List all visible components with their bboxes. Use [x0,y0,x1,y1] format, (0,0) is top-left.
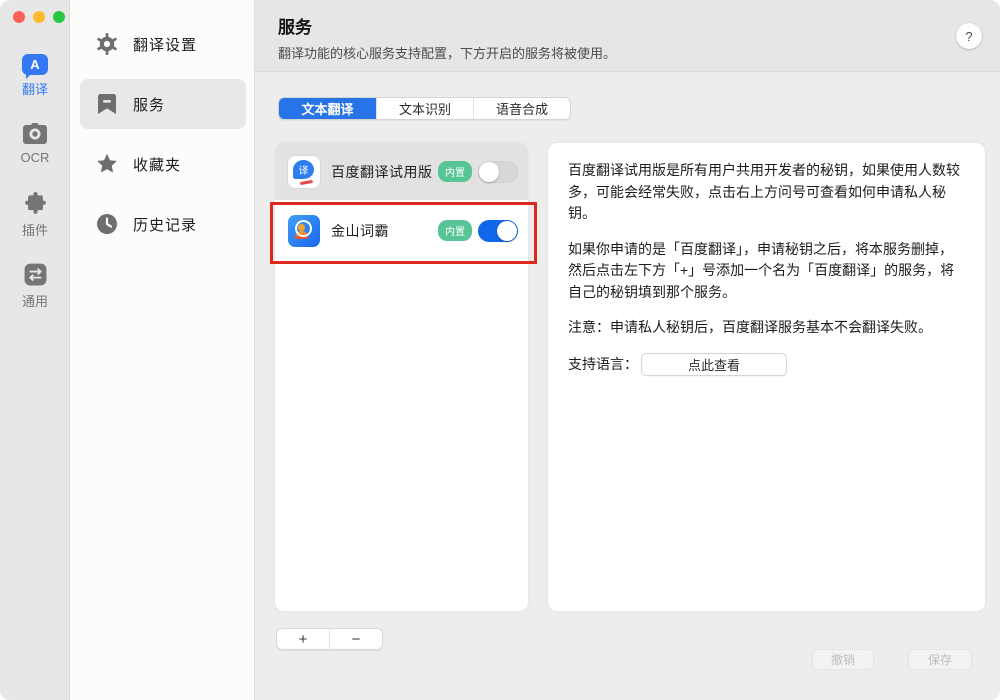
toggle-knob [497,221,517,241]
add-service-button[interactable]: + [277,629,329,649]
close-button[interactable] [13,11,25,23]
sidebar-item-label: 收藏夹 [133,154,181,175]
save-button[interactable]: 保存 [908,649,972,670]
settings-sidebar: 翻译设置 服务 收藏夹 历史记录 [70,0,255,700]
sidebar-item-label: 翻译设置 [133,34,197,55]
nav-item-ocr[interactable]: OCR [0,122,70,165]
nav-rail: A 翻译 OCR 插件 通用 [0,0,70,700]
nav-item-label: 插件 [22,220,48,239]
nav-item-label: OCR [21,150,50,165]
service-type-tabs: 文本翻译 文本识别 语音合成 [278,97,571,120]
view-languages-button[interactable]: 点此查看 [641,353,787,376]
undo-button[interactable]: 撤销 [812,649,874,670]
zoom-button[interactable] [53,11,65,23]
toggle-knob [479,162,499,182]
gear-icon [95,32,119,56]
traffic-lights [13,11,65,23]
minus-icon: − [352,631,361,648]
service-toggle-baidu[interactable] [478,161,518,183]
nav-item-translate[interactable]: A 翻译 [0,54,70,98]
sidebar-item-label: 历史记录 [133,214,197,235]
plus-icon: + [299,631,308,648]
sidebar-item-history[interactable]: 历史记录 [80,199,246,249]
service-row-baidu[interactable]: 译 百度翻译试用版 内置 [275,143,528,200]
puzzle-icon [23,191,48,216]
service-detail-panel: 百度翻译试用版是所有用户共用开发者的秘钥，如果使用人数较多，可能会经常失败，点击… [548,143,985,611]
clock-icon [95,212,119,236]
builtin-badge: 内置 [438,220,472,241]
nav-item-label: 通用 [22,291,48,310]
detail-paragraph: 百度翻译试用版是所有用户共用开发者的秘钥，如果使用人数较多，可能会经常失败，点击… [568,160,965,225]
supported-languages-row: 支持语言： 点此查看 [568,353,965,376]
detail-note: 注意：申请私人秘钥后，百度翻译服务基本不会翻译失败。 [568,317,965,339]
service-row-iciba[interactable]: 金山词霸 内置 [275,200,528,261]
service-name: 百度翻译试用版 [331,162,438,182]
service-name: 金山词霸 [331,221,438,241]
remove-service-button[interactable]: − [329,629,382,649]
minimize-button[interactable] [33,11,45,23]
sidebar-item-translate-settings[interactable]: 翻译设置 [80,19,246,69]
page-subtitle: 翻译功能的核心服务支持配置，下方开启的服务将被使用。 [278,43,616,62]
service-toggle-iciba[interactable] [478,220,518,242]
tab-text-recognition[interactable]: 文本识别 [376,98,473,119]
app-window: A 翻译 OCR 插件 通用 翻译设置 [0,0,1000,700]
tab-speech-synthesis[interactable]: 语音合成 [473,98,570,119]
tab-text-translate[interactable]: 文本翻译 [279,98,376,119]
baidu-translate-app-icon: 译 [288,156,320,188]
baidu-bubble-glyph: 译 [293,160,314,179]
camera-icon [22,122,48,146]
help-button[interactable]: ? [956,23,982,49]
question-mark-icon: ? [965,29,972,44]
service-list: 译 百度翻译试用版 内置 金山词霸 内置 [275,143,528,611]
nav-item-label: 翻译 [22,79,48,98]
bookmark-icon [95,92,119,116]
star-icon [95,152,119,176]
translate-bubble-icon: A [22,54,48,75]
switches-icon [23,262,48,287]
page-header: 服务 翻译功能的核心服务支持配置，下方开启的服务将被使用。 ? [255,0,1000,72]
iciba-app-icon [288,215,320,247]
supported-languages-label: 支持语言： [568,354,638,374]
service-add-remove-control: + − [276,628,383,650]
sidebar-item-services[interactable]: 服务 [80,79,246,129]
sidebar-item-favorites[interactable]: 收藏夹 [80,139,246,189]
nav-item-general[interactable]: 通用 [0,262,70,310]
detail-paragraph: 如果你申请的是「百度翻译」，申请秘钥之后，将本服务删掉，然后点击左下方「+」号添… [568,239,965,304]
nav-item-plugin[interactable]: 插件 [0,191,70,239]
baidu-underline [300,179,313,184]
builtin-badge: 内置 [438,161,472,182]
sidebar-item-label: 服务 [133,94,165,115]
page-title: 服务 [278,13,312,38]
iciba-magnifier-ring [295,220,312,237]
